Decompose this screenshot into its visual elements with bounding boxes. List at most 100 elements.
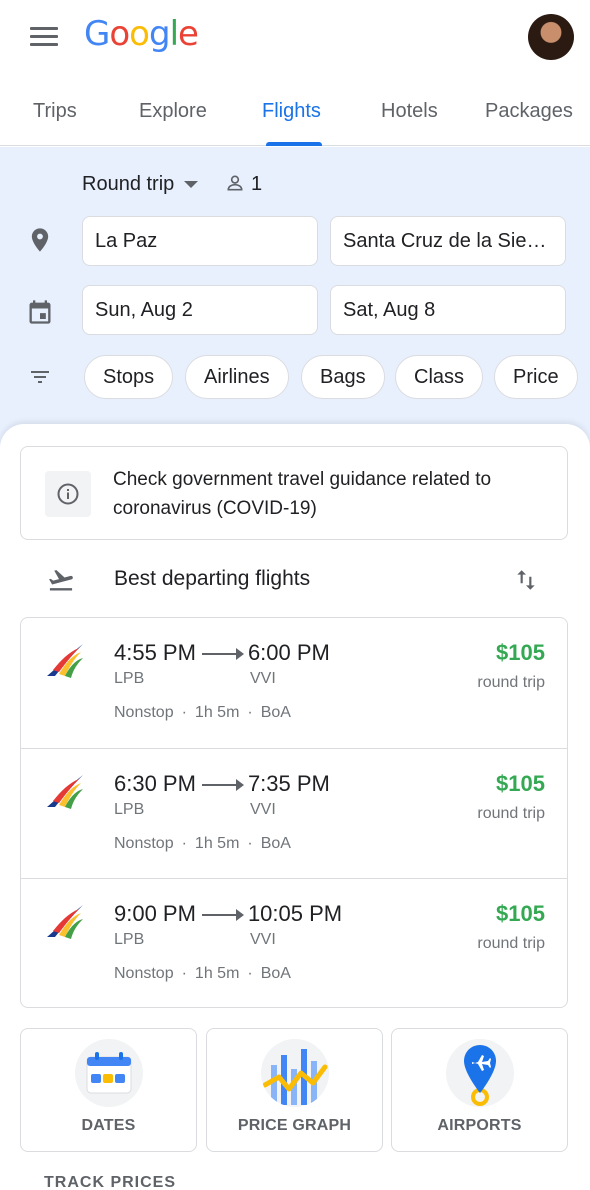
airport-pin-icon bbox=[464, 1045, 496, 1106]
arrive-airport-code: VVI bbox=[250, 931, 276, 948]
sort-icon[interactable] bbox=[513, 566, 539, 594]
google-logo[interactable]: Google bbox=[84, 14, 199, 54]
info-icon bbox=[57, 483, 79, 505]
separator-dot: · bbox=[181, 704, 187, 721]
filter-chip-bags[interactable]: Bags bbox=[301, 355, 385, 399]
price-note: round trip bbox=[477, 674, 545, 691]
price-graph-tool-card[interactable]: PRICE GRAPH bbox=[206, 1028, 383, 1152]
active-tab-indicator bbox=[266, 142, 322, 146]
airline-label: BoA bbox=[260, 965, 291, 982]
covid-notice-card[interactable]: Check government travel guidance related… bbox=[20, 446, 568, 540]
arrow-right-icon bbox=[201, 779, 244, 792]
filter-chip-price[interactable]: Price bbox=[494, 355, 578, 399]
flight-details: Nonstop · 1h 5m · BoA bbox=[114, 704, 291, 722]
results-title: Best departing flights bbox=[114, 567, 311, 590]
separator-dot: · bbox=[247, 835, 253, 852]
tab-explore[interactable]: Explore bbox=[139, 100, 207, 123]
flight-result-row[interactable]: 4:55 PM 6:00 PM LPB VVI Nonstop · 1h 5m · BoA… bbox=[21, 618, 567, 748]
stops-label: Nonstop bbox=[114, 965, 174, 982]
calendar-icon bbox=[29, 300, 51, 324]
arrive-airport-code: VVI bbox=[250, 670, 276, 687]
airline-label: BoA bbox=[260, 704, 291, 721]
price-graph-tool-label: PRICE GRAPH bbox=[237, 1117, 352, 1134]
airline-logo-icon bbox=[47, 905, 83, 939]
tab-hotels[interactable]: Hotels bbox=[381, 100, 438, 123]
flight-result-row[interactable]: 9:00 PM 10:05 PM LPB VVI Nonstop · 1h 5m · Bo… bbox=[21, 878, 567, 1007]
filter-icon[interactable] bbox=[26, 365, 54, 389]
airports-tool-label: AIRPORTS bbox=[437, 1117, 522, 1134]
flight-details: Nonstop · 1h 5m · BoA bbox=[114, 965, 291, 983]
depart-date-field[interactable]: Sun, Aug 2 bbox=[82, 285, 318, 335]
duration-label: 1h 5m bbox=[194, 965, 240, 982]
logo-letter: o bbox=[109, 14, 130, 54]
logo-letter: g bbox=[148, 14, 171, 54]
price-graph-illustration bbox=[261, 1039, 329, 1107]
arrow-right-icon bbox=[201, 648, 244, 661]
trip-type-label: Round trip bbox=[82, 173, 175, 195]
dates-tool-card[interactable]: DATES bbox=[20, 1028, 197, 1152]
dates-illustration bbox=[75, 1039, 143, 1107]
dates-tool-label: DATES bbox=[81, 1117, 136, 1134]
separator-dot: · bbox=[181, 835, 187, 852]
person-icon bbox=[227, 175, 243, 191]
passenger-count: 1 bbox=[251, 173, 263, 195]
stops-label: Nonstop bbox=[114, 704, 174, 721]
location-pin-icon bbox=[31, 228, 49, 252]
destination-field[interactable]: Santa Cruz de la Sierr… bbox=[330, 216, 566, 266]
separator-dot: · bbox=[247, 704, 253, 721]
calendar-illustration-icon bbox=[86, 1052, 132, 1094]
flight-times: 6:30 PM 7:35 PM bbox=[114, 771, 330, 797]
separator-dot: · bbox=[247, 965, 253, 982]
arrive-time: 10:05 PM bbox=[247, 901, 343, 926]
flight-price: $105 bbox=[496, 901, 545, 926]
airline-logo-icon bbox=[47, 644, 83, 678]
airline-label: BoA bbox=[260, 835, 291, 852]
results-header: Best departing flights bbox=[0, 556, 590, 604]
flight-search-panel: Round trip 1 La Paz Santa Cruz de la Sie… bbox=[0, 147, 590, 447]
logo-letter: l bbox=[169, 14, 180, 54]
covid-notice-text: Check government travel guidance related… bbox=[113, 469, 492, 519]
hamburger-menu-icon[interactable] bbox=[30, 27, 58, 47]
arrow-right-icon bbox=[201, 909, 244, 922]
flight-price: $105 bbox=[496, 771, 545, 796]
tab-flights[interactable]: Flights bbox=[262, 100, 321, 123]
duration-label: 1h 5m bbox=[194, 704, 240, 721]
user-avatar[interactable] bbox=[528, 14, 574, 60]
arrive-time: 6:00 PM bbox=[247, 640, 330, 665]
return-date-field[interactable]: Sat, Aug 8 bbox=[330, 285, 566, 335]
filter-chip-class[interactable]: Class bbox=[395, 355, 484, 399]
airports-illustration bbox=[446, 1039, 514, 1107]
separator-dot: · bbox=[181, 965, 187, 982]
depart-airport-code: LPB bbox=[114, 801, 145, 818]
depart-time: 4:55 PM bbox=[114, 640, 196, 665]
flight-takeoff-icon bbox=[49, 570, 73, 591]
tab-packages[interactable]: Packages bbox=[485, 100, 573, 123]
filter-chip-airlines[interactable]: Airlines bbox=[185, 355, 289, 399]
stops-label: Nonstop bbox=[114, 835, 174, 852]
origin-field[interactable]: La Paz bbox=[82, 216, 318, 266]
flight-results-list: 4:55 PM 6:00 PM LPB VVI Nonstop · 1h 5m · BoA… bbox=[20, 617, 568, 1008]
flight-times: 4:55 PM 6:00 PM bbox=[114, 640, 330, 666]
passenger-selector[interactable]: 1 bbox=[225, 173, 262, 196]
depart-airport-code: LPB bbox=[114, 670, 145, 687]
flight-times: 9:00 PM 10:05 PM bbox=[114, 901, 342, 927]
tab-trips[interactable]: Trips bbox=[33, 100, 77, 123]
price-note: round trip bbox=[477, 935, 545, 952]
arrive-airport-code: VVI bbox=[250, 801, 276, 818]
price-note: round trip bbox=[477, 805, 545, 822]
logo-letter: o bbox=[129, 14, 150, 54]
trip-type-dropdown[interactable]: Round trip bbox=[82, 173, 199, 196]
depart-time: 6:30 PM bbox=[114, 771, 196, 796]
depart-airport-code: LPB bbox=[114, 931, 145, 948]
flight-result-row[interactable]: 6:30 PM 7:35 PM LPB VVI Nonstop · 1h 5m · BoA… bbox=[21, 748, 567, 878]
arrive-time: 7:35 PM bbox=[247, 771, 330, 796]
filter-chip-stops[interactable]: Stops bbox=[84, 355, 174, 399]
logo-letter: G bbox=[84, 14, 110, 54]
flight-price: $105 bbox=[496, 640, 545, 665]
caret-down-icon bbox=[184, 181, 199, 189]
airports-tool-card[interactable]: AIRPORTS bbox=[391, 1028, 568, 1152]
duration-label: 1h 5m bbox=[194, 835, 240, 852]
depart-time: 9:00 PM bbox=[114, 901, 196, 926]
info-icon-box bbox=[45, 471, 91, 517]
nav-tabs: Trips Explore Flights Hotels Packages bbox=[0, 80, 590, 146]
